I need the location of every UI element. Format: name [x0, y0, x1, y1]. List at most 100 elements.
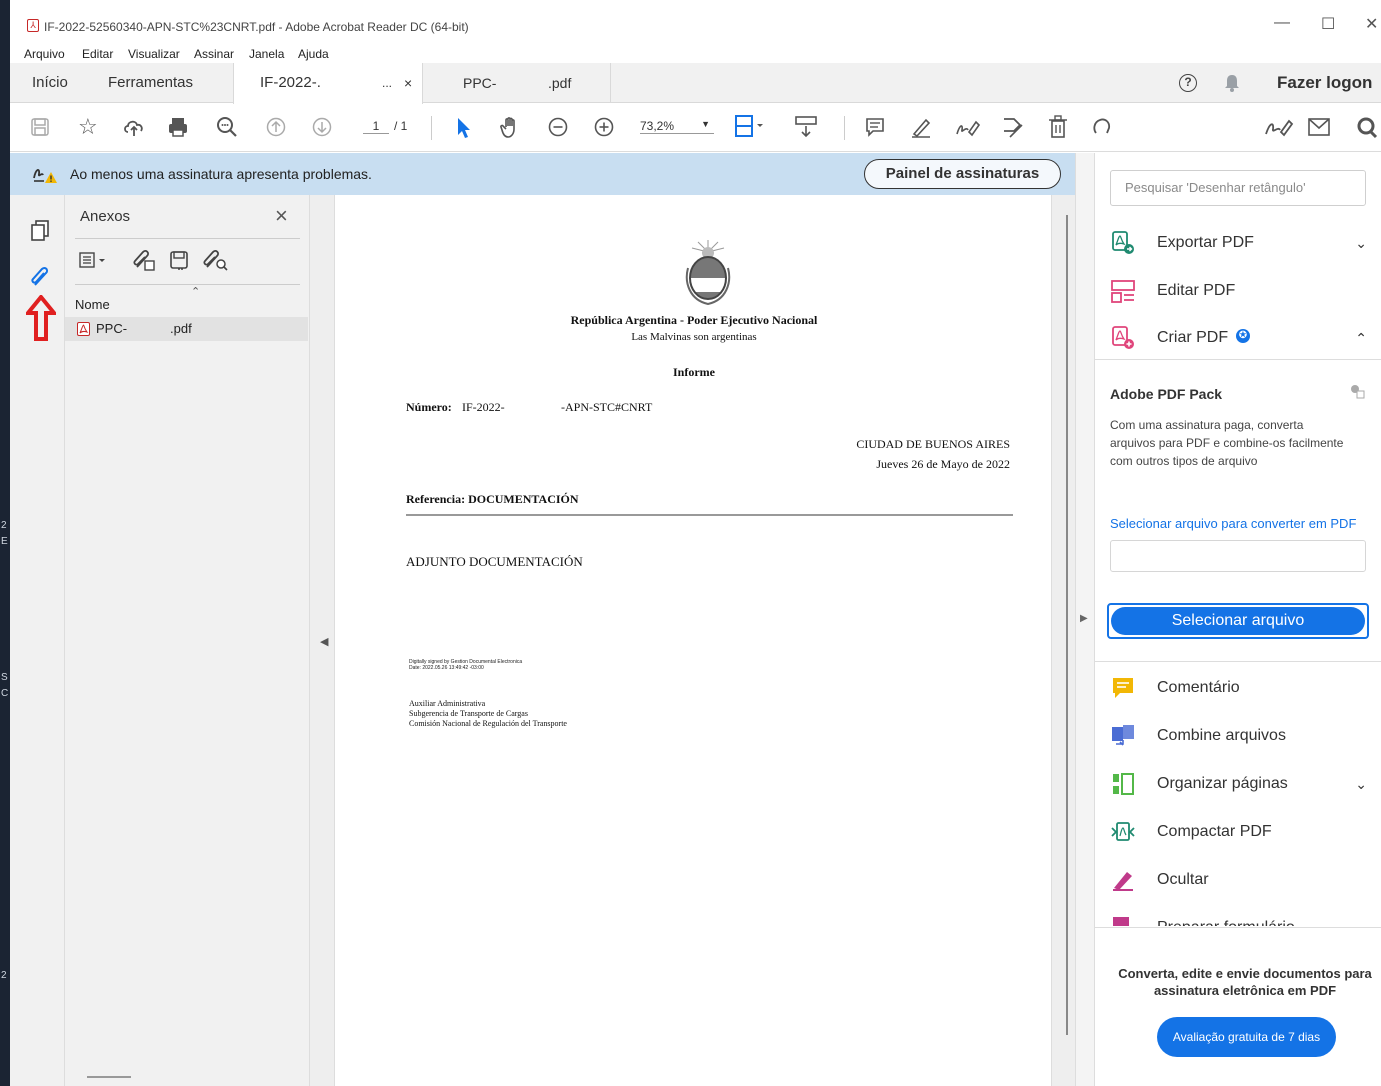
tool-criar-pdf[interactable]: Criar PDF ✪ ⌃	[1111, 323, 1367, 353]
sign-fill-icon[interactable]	[954, 116, 980, 138]
doc-header-malvinas: Las Malvinas son argentinas	[631, 331, 757, 343]
tool-label: Exportar PDF	[1157, 234, 1254, 251]
tool-preparar-formulario-clip: Preparar formulário	[1095, 908, 1381, 926]
sort-chevron-up-icon[interactable]: ⌃	[191, 285, 200, 298]
chevron-down-icon[interactable]: ⌄	[1355, 769, 1367, 799]
chevron-down-icon[interactable]: ⌄	[1355, 228, 1367, 258]
upload-cloud-icon[interactable]	[122, 116, 146, 138]
signature-warning-message: Ao menos uma assinatura apresenta proble…	[70, 166, 372, 182]
send-sign-icon[interactable]	[1000, 115, 1026, 139]
menu-janela[interactable]: Janela	[249, 47, 284, 61]
chevron-up-icon[interactable]: ⌃	[1355, 323, 1367, 353]
sig-stamp-line2: Date: 2022.05.26 13:49:42 -03:00	[409, 665, 484, 671]
minimize-button[interactable]: —	[1274, 14, 1290, 32]
export-pdf-icon	[1112, 231, 1134, 254]
collapse-left-panel-icon[interactable]: ◀	[320, 635, 328, 648]
navigation-rail	[10, 195, 65, 1086]
column-header-name[interactable]: Nome	[75, 297, 110, 312]
options-menu-icon[interactable]	[79, 252, 111, 270]
doc-digital-signature-stamp: Digitally signed by Gestion Documental E…	[409, 659, 522, 671]
tab-document-active[interactable]: IF-2022-. ... ×	[233, 63, 423, 104]
previous-page-icon[interactable]	[266, 117, 286, 137]
attachment-extension: .pdf	[170, 321, 192, 336]
attachments-paperclip-icon[interactable]	[28, 265, 52, 289]
save-attachment-icon[interactable]	[169, 250, 191, 272]
expand-right-panel-icon[interactable]: ▶	[1080, 613, 1088, 624]
menu-arquivo[interactable]: Arquivo	[24, 47, 65, 61]
organize-pages-icon	[1113, 773, 1134, 795]
add-attachment-icon[interactable]	[131, 248, 157, 272]
menu-visualizar[interactable]: Visualizar	[128, 47, 180, 61]
tab-document-ppc[interactable]: PPC- .pdf	[423, 63, 611, 103]
select-file-button[interactable]: Selecionar arquivo	[1111, 607, 1365, 635]
signer-organization: Comisión Nacional de Regulación del Tran…	[409, 719, 567, 728]
close-panel-icon[interactable]: ×	[275, 203, 288, 229]
share-user-icon[interactable]	[1354, 116, 1378, 140]
tool-label: Organizar páginas	[1157, 775, 1288, 792]
page-number-input[interactable]: 1	[363, 119, 389, 134]
tab-document-ellipsis: ...	[382, 76, 393, 90]
select-cursor-icon[interactable]	[456, 117, 472, 139]
tool-label: Preparar formulário	[1157, 913, 1295, 926]
compress-pdf-icon	[1111, 822, 1135, 841]
panel-resize-handle[interactable]	[87, 1076, 131, 1078]
login-button[interactable]: Fazer logon	[1277, 63, 1372, 103]
tab-inicio[interactable]: Início	[32, 63, 68, 103]
tool-organizar-paginas[interactable]: Organizar páginas ⌄	[1111, 769, 1367, 799]
zoom-level-select[interactable]: 73,2% ▼	[640, 119, 714, 134]
signatures-panel-button[interactable]: Painel de assinaturas	[864, 159, 1061, 189]
zoom-search-icon[interactable]	[216, 116, 238, 138]
tool-exportar-pdf[interactable]: Exportar PDF ⌄	[1111, 228, 1367, 258]
hand-tool-icon[interactable]	[499, 115, 523, 139]
page-total: / 1	[394, 119, 408, 133]
next-page-icon[interactable]	[312, 117, 332, 137]
tools-search-input[interactable]: Pesquisar 'Desenhar retângulo'	[1110, 170, 1366, 206]
help-icon[interactable]: ?	[1179, 74, 1197, 92]
close-window-button[interactable]: ✕	[1365, 14, 1378, 34]
menu-ajuda[interactable]: Ajuda	[298, 47, 329, 61]
doc-separator-line	[406, 514, 1013, 516]
maximize-button[interactable]: ☐	[1321, 14, 1335, 34]
tab-bar: Início Ferramentas IF-2022-. ... × PPC- …	[10, 63, 1381, 104]
doc-signer-block: Auxiliar Administrativa Subgerencia de T…	[409, 699, 567, 729]
print-icon[interactable]	[167, 116, 189, 138]
fill-sign-pen-icon[interactable]	[1264, 116, 1294, 138]
tool-label: Combine arquivos	[1157, 727, 1286, 744]
highlight-pen-icon[interactable]	[910, 116, 932, 138]
attachments-panel-title: Anexos	[80, 208, 131, 225]
notification-bell-icon[interactable]	[1224, 74, 1240, 92]
tab-ferramentas[interactable]: Ferramentas	[108, 63, 193, 103]
delete-trash-icon[interactable]	[1048, 115, 1068, 139]
zoom-in-icon[interactable]	[594, 117, 614, 137]
select-file-convert-link[interactable]: Selecionar arquivo para converter em PDF	[1110, 516, 1356, 531]
tab-close-icon[interactable]: ×	[404, 63, 412, 103]
edit-pdf-icon	[1111, 280, 1135, 303]
menu-assinar[interactable]: Assinar	[194, 47, 234, 61]
free-trial-button[interactable]: Avaliação gratuita de 7 dias	[1157, 1017, 1336, 1057]
zoom-out-icon[interactable]	[548, 117, 568, 137]
doc-number-suffix: -APN-STC#CNRT	[561, 400, 653, 414]
window-title: IF-2022-52560340-APN-STC%23CNRT.pdf - Ad…	[44, 20, 469, 34]
panel-divider-2	[1095, 661, 1381, 662]
file-drop-field[interactable]	[1110, 540, 1366, 572]
search-attachment-icon[interactable]	[201, 248, 229, 272]
save-icon[interactable]	[30, 117, 50, 137]
comment-tool-icon[interactable]	[865, 117, 885, 137]
vertical-scrollbar[interactable]	[1066, 215, 1068, 1035]
pdf-pack-description: Com uma assinatura paga, converta arquiv…	[1110, 418, 1344, 468]
redact-icon	[1113, 872, 1133, 891]
fit-page-icon[interactable]	[734, 114, 764, 140]
attachment-row[interactable]: PPC- .pdf	[65, 317, 308, 341]
page-thumbnails-icon[interactable]	[29, 219, 51, 243]
chevron-down-icon: ▼	[701, 119, 710, 129]
menu-editar[interactable]: Editar	[82, 47, 113, 61]
combine-files-icon	[1112, 725, 1134, 746]
tool-label: Ocultar	[1157, 871, 1209, 888]
pack-settings-icon[interactable]	[1349, 383, 1365, 399]
rotate-icon[interactable]	[1092, 117, 1112, 137]
mail-envelope-icon[interactable]	[1308, 118, 1330, 136]
signature-warning-bar: Ao menos uma assinatura apresenta proble…	[10, 153, 1075, 195]
scroll-mode-icon[interactable]	[795, 115, 817, 139]
bookmark-star-icon[interactable]: ☆	[78, 114, 98, 140]
signature-warning-icon	[33, 169, 57, 183]
